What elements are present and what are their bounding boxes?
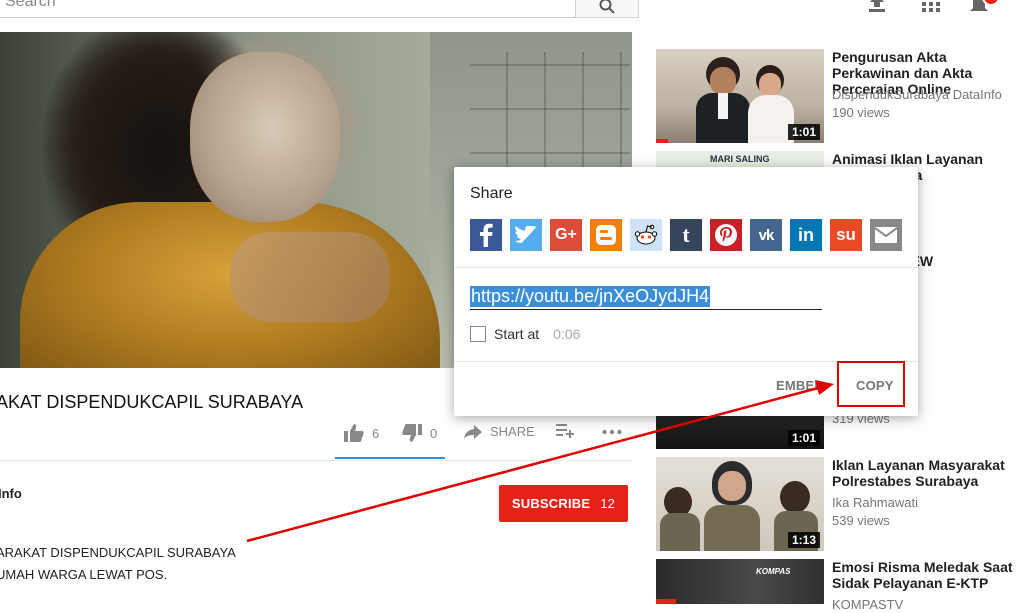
search-button[interactable]	[575, 0, 639, 18]
start-at-label: Start at	[494, 326, 540, 342]
start-at-checkbox[interactable]	[470, 326, 486, 342]
email-icon[interactable]	[870, 219, 902, 251]
video-thumbnail[interactable]: KOMPAS	[656, 559, 824, 604]
duration-badge: 1:01	[787, 124, 820, 140]
divider	[0, 460, 632, 461]
rec-channel: DispendukSurabaya DataInfo	[832, 87, 1002, 102]
vk-icon[interactable]: vk	[750, 219, 782, 251]
rec-title[interactable]: Animasi Iklan Layanan	[832, 151, 1024, 167]
share-label: SHARE	[490, 424, 535, 439]
subscribe-label: SUBSCRIBE	[511, 496, 591, 511]
pinterest-icon[interactable]	[710, 219, 742, 251]
thumbs-up-icon	[344, 424, 364, 442]
share-dialog-title: Share	[470, 185, 513, 202]
share-arrow-icon	[464, 424, 482, 439]
more-actions-button[interactable]	[602, 424, 622, 438]
add-to-playlist-button[interactable]	[556, 424, 574, 438]
embed-button[interactable]: EMBED	[776, 378, 824, 393]
notifications-button[interactable]	[970, 0, 1000, 19]
search-input[interactable]	[0, 0, 576, 18]
start-time-input[interactable]: 0:06	[553, 326, 580, 342]
thumbnail-text: KOMPAS	[756, 567, 791, 576]
annotation-highlight-box	[837, 361, 905, 407]
rec-views: 190 views	[832, 105, 890, 120]
facebook-icon[interactable]	[470, 219, 502, 251]
stumbleupon-icon[interactable]: su	[830, 219, 862, 251]
video-thumbnail[interactable]: 1:13	[656, 457, 824, 551]
description-line: UMAH WARGA LEWAT POS.	[0, 567, 168, 582]
google-plus-icon[interactable]: G+	[550, 219, 582, 251]
thumbnail-text: MARI SALING	[710, 154, 770, 164]
rec-views: 539 views	[832, 513, 890, 528]
search-icon	[599, 0, 615, 14]
share-button[interactable]: SHARE	[464, 424, 535, 439]
duration-badge: 1:01	[787, 430, 820, 446]
rec-title[interactable]: Emosi Risma Meledak Saat Sidak Pelayanan…	[832, 559, 1024, 591]
subscriber-count: 12	[600, 496, 616, 511]
recommended-video[interactable]: 1:13 Iklan Layanan Masyarakat Polrestabe…	[656, 457, 1026, 551]
apps-grid-icon[interactable]	[922, 0, 940, 12]
playlist-add-icon	[556, 424, 574, 438]
duration-badge: 1:13	[787, 532, 820, 548]
video-title: AKAT DISPENDUKCAPIL SURABAYA	[0, 392, 304, 412]
dislike-count: 0	[430, 425, 438, 441]
upload-icon[interactable]	[868, 0, 886, 14]
tumblr-icon[interactable]: t	[670, 219, 702, 251]
reddit-icon[interactable]	[630, 219, 662, 251]
twitter-icon[interactable]	[510, 219, 542, 251]
linkedin-icon[interactable]: in	[790, 219, 822, 251]
more-horiz-icon	[602, 429, 622, 435]
share-url[interactable]: https://youtu.be/jnXeOJydJH4	[470, 286, 711, 307]
rec-channel: KOMPASTV	[832, 597, 904, 612]
channel-name[interactable]: Info	[0, 486, 22, 501]
description-line: ARAKAT DISPENDUKCAPIL SURABAYA	[0, 545, 236, 560]
dislike-button[interactable]: 0	[402, 424, 437, 442]
blogger-icon[interactable]	[590, 219, 622, 251]
rec-channel: Ika Rahmawati	[832, 495, 918, 510]
masthead-icons	[868, 0, 1008, 14]
divider	[454, 267, 918, 268]
video-thumbnail[interactable]: 1:01	[656, 49, 824, 143]
subscribe-button[interactable]: SUBSCRIBE 12	[499, 485, 628, 522]
like-sentiment-bar	[335, 457, 445, 459]
start-at-option: Start at 0:06	[470, 326, 580, 342]
thumbs-down-icon	[402, 424, 422, 442]
like-count: 6	[372, 425, 380, 441]
recommended-video[interactable]: 1:01 Pengurusan Akta Perkawinan dan Akta…	[656, 49, 1026, 143]
recommended-video[interactable]: KOMPAS Emosi Risma Meledak Saat Sidak Pe…	[656, 559, 1026, 612]
search-bar	[0, 0, 640, 20]
like-button[interactable]: 6	[344, 424, 379, 442]
rec-title[interactable]: Iklan Layanan Masyarakat Polrestabes Sur…	[832, 457, 1024, 489]
video-description: ARAKAT DISPENDUKCAPIL SURABAYA UMAH WARG…	[0, 542, 236, 586]
